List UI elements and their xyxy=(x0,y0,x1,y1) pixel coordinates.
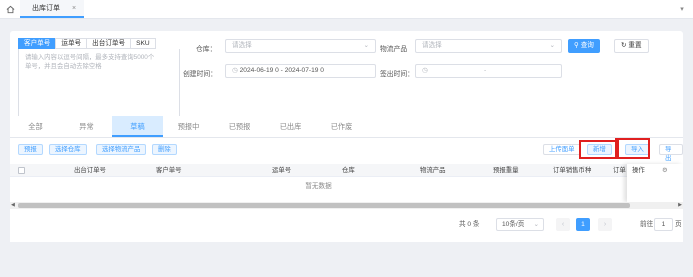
search-type-tabs: 客户单号 运单号 出台订单号 SKU xyxy=(18,38,156,49)
created-time-label: 创建时间： xyxy=(183,71,217,78)
total-count: 共 0 条 xyxy=(459,221,480,228)
clock-icon: ◷ xyxy=(422,67,428,74)
outbound-date-range[interactable]: ◷ - xyxy=(415,64,562,78)
highlight-add xyxy=(579,140,619,159)
outbound-time-label: 签出时间： xyxy=(380,71,414,78)
empty-state: 暂无数据 xyxy=(305,183,332,190)
search-type-order-no[interactable]: 出台订单号 xyxy=(86,38,131,49)
created-date-range[interactable]: ◷ 2024-06-19 0 - 2024-07-19 0 xyxy=(225,64,376,78)
search-type-customer-no[interactable]: 客户单号 xyxy=(18,38,56,49)
search-panel: 客户单号 运单号 出台订单号 SKU 请输入内容以逗号间隔，最多支持查询5000… xyxy=(10,31,683,128)
gear-icon[interactable]: ⚙ xyxy=(662,164,668,177)
tab-draft[interactable]: 草稿 xyxy=(112,116,163,137)
col-operation: 操作 xyxy=(632,167,645,174)
order-list-panel: 全部 异常 草稿 预报中 已预报 已出库 已作废 预报 选择仓库 选择物流产品 … xyxy=(10,116,683,242)
scroll-thumb[interactable] xyxy=(18,203,630,208)
clock-icon: ◷ xyxy=(232,67,238,74)
prev-page-button[interactable]: ‹ xyxy=(556,218,570,231)
col-weight: 预报重量 xyxy=(493,167,519,174)
upload-label-button[interactable]: 上传面单 xyxy=(543,144,581,155)
forecast-button[interactable]: 预报 xyxy=(18,144,43,155)
export-button[interactable]: 导出 xyxy=(659,144,683,162)
horizontal-scrollbar[interactable]: ◀ ▶ xyxy=(10,202,683,209)
page-size-select[interactable]: 10条/页 ⌄ xyxy=(496,218,544,231)
warehouse-select[interactable]: 请选择 ⌄ xyxy=(225,39,376,53)
col-order-extra: 订单 xyxy=(613,167,626,174)
col-order-no: 出台订单号 xyxy=(74,167,106,174)
refresh-icon: ↻ xyxy=(621,42,627,49)
current-page[interactable]: 1 xyxy=(576,218,590,231)
product-label: 物流产品 xyxy=(380,46,408,53)
search-type-sku[interactable]: SKU xyxy=(130,38,156,49)
select-warehouse-button[interactable]: 选择仓库 xyxy=(49,144,87,155)
tab-outbound-orders[interactable]: 出库订单 × xyxy=(20,0,85,18)
delete-button[interactable]: 删除 xyxy=(152,144,177,155)
goto-label: 前往 xyxy=(640,221,654,228)
tab-all[interactable]: 全部 xyxy=(10,116,61,137)
select-product-button[interactable]: 选择物流产品 xyxy=(96,144,147,155)
col-waybill-no: 运单号 xyxy=(272,167,292,174)
table-header: 出台订单号 客户单号 运单号 仓库 物流产品 预报重量 订单销售币种 订单 xyxy=(10,164,683,177)
search-type-waybill-no[interactable]: 运单号 xyxy=(55,38,87,49)
tab-voided[interactable]: 已作废 xyxy=(316,116,367,137)
search-icon: ⚲ xyxy=(574,42,579,49)
tab-shipped[interactable]: 已出库 xyxy=(265,116,316,137)
col-warehouse: 仓库 xyxy=(342,167,355,174)
goto-page-input[interactable]: 1 xyxy=(654,218,673,231)
col-customer-no: 客户单号 xyxy=(156,167,182,174)
next-page-button[interactable]: › xyxy=(598,218,612,231)
col-product: 物流产品 xyxy=(420,167,446,174)
warehouse-label: 仓库： xyxy=(196,46,217,53)
top-tab-bar: 出库订单 × ▾ xyxy=(0,0,693,19)
reset-button[interactable]: ↻ 重置 xyxy=(614,39,649,53)
operation-column: 操作 ⚙ xyxy=(627,164,683,202)
tab-forecasting[interactable]: 预报中 xyxy=(163,116,214,137)
close-icon[interactable]: × xyxy=(72,5,76,12)
tab-label: 出库订单 xyxy=(32,5,60,12)
scroll-right-icon[interactable]: ▶ xyxy=(678,202,682,209)
status-tabs: 全部 异常 草稿 预报中 已预报 已出库 已作废 xyxy=(10,116,683,138)
tab-forecasted[interactable]: 已预报 xyxy=(214,116,265,137)
chevron-down-icon: ⌄ xyxy=(533,221,539,228)
product-select[interactable]: 请选择 ⌄ xyxy=(415,39,562,53)
query-button[interactable]: ⚲ 查询 xyxy=(568,39,600,53)
chevron-down-icon[interactable]: ▾ xyxy=(675,5,689,14)
tab-exception[interactable]: 异常 xyxy=(61,116,112,137)
col-currency: 订单销售币种 xyxy=(553,167,592,174)
home-icon[interactable] xyxy=(0,0,20,18)
scroll-left-icon[interactable]: ◀ xyxy=(11,202,15,209)
chevron-down-icon: ⌄ xyxy=(363,42,369,49)
chevron-down-icon: ⌄ xyxy=(549,42,555,49)
highlight-import xyxy=(615,138,650,159)
select-all-checkbox[interactable] xyxy=(18,167,25,174)
page-suffix: 页 xyxy=(675,221,682,228)
